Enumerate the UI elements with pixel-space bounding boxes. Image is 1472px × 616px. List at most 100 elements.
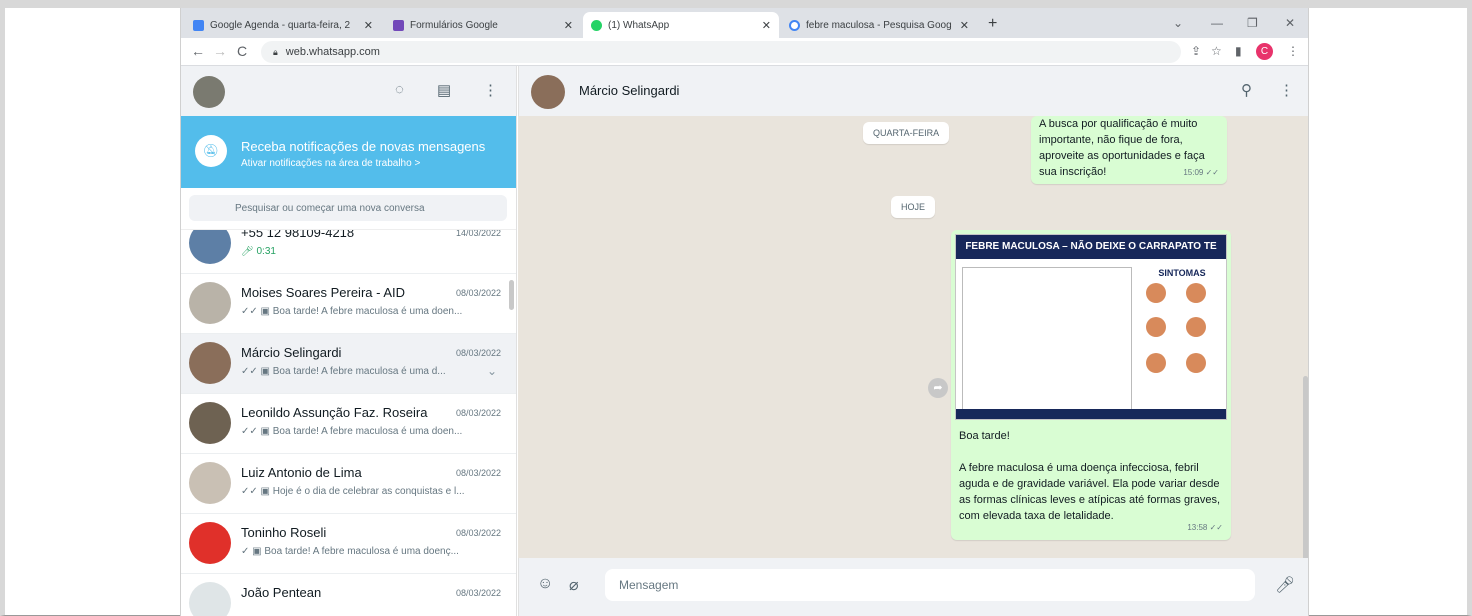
contact-avatar [189, 230, 231, 264]
chat-preview: 🎤︎ 0:31 [241, 246, 276, 257]
chat-item[interactable]: Leonildo Assunção Faz. Roseira 08/03/202… [181, 394, 516, 454]
chat-item[interactable]: Toninho Roseli 08/03/2022 ✓ ▣ Boa tarde!… [181, 514, 516, 574]
chat-preview: ✓ ▣ Boa tarde! A febre maculosa é uma do… [241, 546, 459, 557]
notification-title: Receba notificações de novas mensagens [241, 139, 486, 154]
lock-icon: 🔒︎ [273, 46, 278, 57]
reload-icon[interactable]: C [237, 43, 247, 59]
chat-time: 08/03/2022 [455, 588, 501, 598]
messages-scrollbar[interactable] [1303, 376, 1308, 558]
chat-name: Márcio Selingardi [241, 345, 342, 360]
profile-avatar[interactable]: C [1256, 43, 1273, 60]
my-avatar[interactable] [193, 76, 225, 108]
message-body: Boa tarde! A febre maculosa é uma doença… [959, 428, 1223, 524]
tab-title: Formulários Google [410, 19, 498, 31]
message-greeting: Boa tarde! [959, 430, 1010, 442]
contact-avatar [189, 282, 231, 324]
contact-name[interactable]: Márcio Selingardi [579, 83, 679, 98]
menu-kebab-icon[interactable]: ⋮ [1279, 81, 1294, 99]
chat-item[interactable]: Luiz Antonio de Lima 08/03/2022 ✓✓ ▣ Hoj… [181, 454, 516, 514]
chat-name: Toninho Roseli [241, 525, 327, 540]
message-input[interactable]: Mensagem [605, 569, 1255, 601]
chat-item[interactable]: João Pentean 08/03/2022 [181, 574, 516, 616]
menu-kebab-icon[interactable]: ⋮ [483, 81, 498, 99]
new-chat-icon[interactable]: ▤ [437, 81, 451, 99]
default-avatar [189, 582, 231, 616]
chat-name: +55 12 98109-4218 [241, 230, 355, 240]
google-icon [789, 19, 800, 31]
status-icon[interactable]: ◌ [395, 81, 404, 98]
menu-kebab-icon[interactable]: ⋮ [1287, 44, 1299, 58]
contact-avatar[interactable] [531, 75, 565, 109]
chat-preview: ✓✓ ▣ Boa tarde! A febre maculosa é uma d… [241, 426, 463, 437]
emoji-icon[interactable]: ☺ [537, 575, 553, 593]
close-icon[interactable]: ✕ [564, 19, 573, 32]
close-icon[interactable]: ✕ [960, 19, 969, 32]
chat-item[interactable]: +55 12 98109-4218 14/03/2022 🎤︎ 0:31 [181, 230, 516, 274]
back-icon[interactable]: ← [191, 43, 205, 59]
search-icon[interactable]: ⚲ [1241, 81, 1252, 99]
sidepanel-icon[interactable]: ▮ [1235, 44, 1242, 58]
minimize-icon[interactable]: — [1211, 16, 1223, 30]
bookmark-star-icon[interactable]: ☆ [1211, 44, 1222, 58]
chat-item-selected[interactable]: Márcio Selingardi 08/03/2022 ✓✓ ▣ Boa ta… [181, 334, 516, 394]
poster-title: FEBRE MACULOSA – NÃO DEIXE O CARRAPATO T… [956, 235, 1226, 276]
address-bar-row: ← → C 🔒︎ web.whatsapp.com ⇪ ☆ ▮ C ⋮ [181, 38, 1308, 66]
whatsapp-app: ◌ ▤ ⋮ 🔕︎ Receba notificações de novas me… [181, 66, 1308, 616]
calendar-icon [193, 19, 204, 31]
symptom-figure [1146, 353, 1166, 373]
poster-info-panel [962, 267, 1132, 411]
close-icon[interactable]: ✕ [364, 19, 373, 32]
chat-preview: ✓✓ ▣ Hoje é o dia de celebrar as conquis… [241, 486, 465, 497]
url-text: web.whatsapp.com [285, 46, 380, 58]
date-divider: HOJE [891, 196, 936, 218]
tab-whatsapp[interactable]: (1) WhatsApp ✕ [583, 12, 779, 38]
chevron-down-icon[interactable]: ⌄ [487, 364, 497, 378]
search-input[interactable]: Pesquisar ou começar uma nova conversa [189, 195, 507, 221]
symptom-figure [1146, 283, 1166, 303]
message-bubble-outgoing[interactable]: A busca por qualificação é muito importa… [1031, 116, 1227, 184]
chat-list: +55 12 98109-4218 14/03/2022 🎤︎ 0:31 Moi… [181, 230, 516, 616]
symptom-figure [1186, 317, 1206, 337]
symptom-figure [1186, 283, 1206, 303]
chat-name: João Pentean [241, 585, 322, 600]
message-time: 15:09 ✓✓ [1183, 168, 1219, 177]
chat-item[interactable]: Moises Soares Pereira - AID 08/03/2022 ✓… [181, 274, 516, 334]
sidebar-scrollbar[interactable] [509, 280, 514, 310]
message-text: A febre maculosa é uma doença infecciosa… [959, 462, 1221, 522]
message-image[interactable]: FEBRE MACULOSA – NÃO DEIXE O CARRAPATO T… [955, 234, 1227, 420]
whatsapp-icon [591, 19, 602, 31]
chat-name: Moises Soares Pereira - AID [241, 285, 406, 300]
new-tab-button[interactable]: + [988, 15, 997, 33]
share-icon[interactable]: ⇪ [1191, 44, 1201, 58]
restore-icon[interactable]: ❐ [1247, 16, 1258, 30]
address-bar[interactable]: 🔒︎ web.whatsapp.com [261, 41, 1181, 63]
contact-avatar [189, 462, 231, 504]
message-bubble-outgoing-image[interactable]: FEBRE MACULOSA – NÃO DEIXE O CARRAPATO T… [951, 230, 1231, 540]
tab-strip: Google Agenda - quarta-feira, 2 ✕ Formul… [181, 8, 1308, 38]
notification-banner[interactable]: 🔕︎ Receba notificações de novas mensagen… [181, 116, 516, 188]
chat-time: 08/03/2022 [455, 408, 501, 418]
forward-icon[interactable]: ➦ [928, 378, 948, 398]
conversation-header[interactable]: Márcio Selingardi ⚲ ⋮ [518, 66, 1308, 116]
chat-time: 14/03/2022 [455, 230, 501, 238]
paperclip-icon[interactable]: ⌀ [569, 575, 579, 595]
forward-icon[interactable]: → [213, 43, 227, 59]
tab-search-icon[interactable]: ⌄ [1173, 16, 1183, 30]
sidebar-header: ◌ ▤ ⋮ [181, 66, 516, 116]
search-bar: ⚲ Pesquisar ou começar uma nova conversa [181, 188, 516, 230]
tab-formularios[interactable]: Formulários Google ✕ [385, 12, 581, 38]
tab-google-agenda[interactable]: Google Agenda - quarta-feira, 2 ✕ [185, 12, 381, 38]
browser-window: Google Agenda - quarta-feira, 2 ✕ Formul… [180, 8, 1309, 616]
tab-pesquisa-google[interactable]: febre maculosa - Pesquisa Goog ✕ [781, 12, 977, 38]
bell-off-icon: 🔕︎ [195, 135, 227, 167]
enable-notifications-link[interactable]: Ativar notificações na área de trabalho … [241, 158, 420, 169]
close-icon[interactable]: ✕ [762, 19, 771, 32]
message-time: 13:58 ✓✓ [1187, 523, 1223, 532]
chat-name: Luiz Antonio de Lima [241, 465, 362, 480]
close-window-icon[interactable]: ✕ [1285, 16, 1295, 30]
microphone-icon[interactable]: 🎤︎ [1275, 575, 1295, 595]
date-divider: QUARTA-FEIRA [863, 122, 950, 144]
chat-preview: ✓✓ ▣ Boa tarde! A febre maculosa é uma d… [241, 306, 463, 317]
chat-name: Leonildo Assunção Faz. Roseira [241, 405, 428, 420]
contact-avatar [189, 522, 231, 564]
